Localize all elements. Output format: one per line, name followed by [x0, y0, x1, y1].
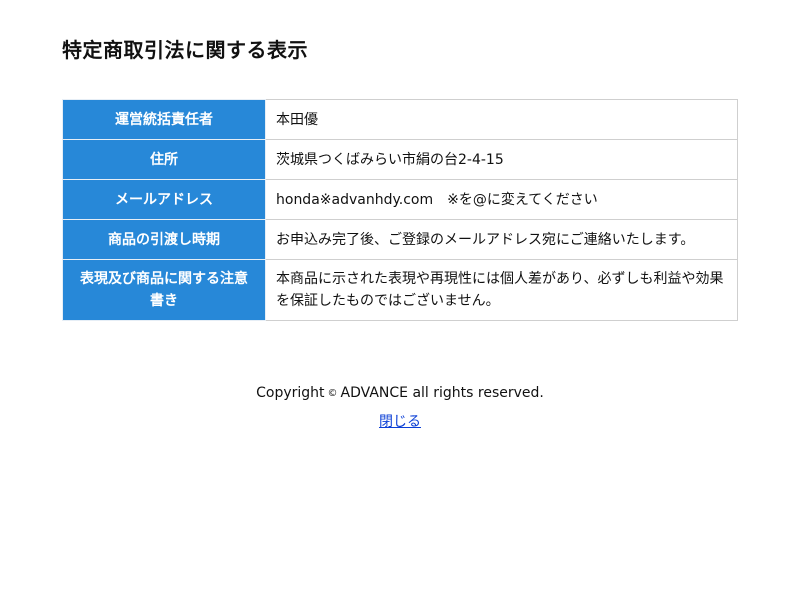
copyright-icon: ©: [327, 388, 338, 399]
row-value: 本田優: [265, 99, 738, 140]
copyright-suffix: ADVANCE all rights reserved.: [340, 385, 544, 401]
copyright-prefix: Copyright: [256, 385, 325, 401]
copyright: Copyright © ADVANCE all rights reserved.: [0, 383, 800, 404]
row-value: 茨城県つくばみらい市絹の台2-4-15: [265, 139, 738, 180]
page: 特定商取引法に関する表示 運営統括責任者 本田優 住所 茨城県つくばみらい市絹の…: [0, 0, 800, 600]
row-label: 運営統括責任者: [62, 99, 266, 140]
table-row-delivery: 商品の引渡し時期 お申込み完了後、ご登録のメールアドレス宛にご連絡いたします。: [62, 219, 738, 260]
row-label: 表現及び商品に関する注意書き: [62, 259, 266, 321]
footer: Copyright © ADVANCE all rights reserved. 閉…: [0, 383, 800, 432]
table-row-email: メールアドレス honda※advanhdy.com ※を@に変えてください: [62, 179, 738, 220]
row-value: honda※advanhdy.com ※を@に変えてください: [265, 179, 738, 220]
table-row-address: 住所 茨城県つくばみらい市絹の台2-4-15: [62, 139, 738, 180]
row-label: メールアドレス: [62, 179, 266, 220]
row-value: お申込み完了後、ご登録のメールアドレス宛にご連絡いたします。: [265, 219, 738, 260]
close-link[interactable]: 閉じる: [379, 412, 421, 432]
row-value: 本商品に示された表現や再現性には個人差があり、必ずしも利益や効果を保証したもので…: [265, 259, 738, 321]
table-row-disclaimer: 表現及び商品に関する注意書き 本商品に示された表現や再現性には個人差があり、必ず…: [62, 259, 738, 321]
row-label: 商品の引渡し時期: [62, 219, 266, 260]
commerce-law-table: 運営統括責任者 本田優 住所 茨城県つくばみらい市絹の台2-4-15 メールアド…: [62, 99, 738, 321]
table-row-manager: 運営統括責任者 本田優: [62, 99, 738, 140]
row-label: 住所: [62, 139, 266, 180]
page-title: 特定商取引法に関する表示: [62, 38, 308, 62]
